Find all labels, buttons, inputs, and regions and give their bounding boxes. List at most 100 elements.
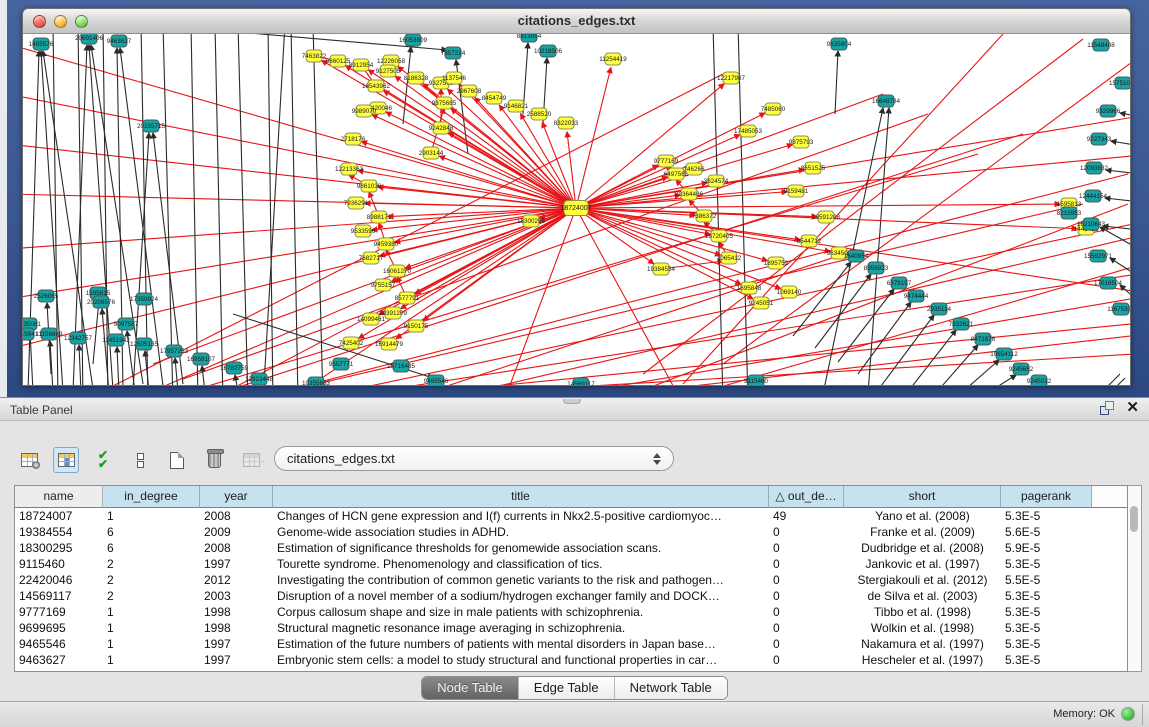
graph-edge[interactable] <box>1105 198 1130 204</box>
table-select-dropdown[interactable]: citations_edges.txt <box>274 446 674 471</box>
graph-node[interactable] <box>605 53 621 65</box>
graph-node[interactable] <box>378 238 394 250</box>
graph-node[interactable] <box>433 122 449 134</box>
graph-node[interactable] <box>708 175 724 187</box>
graph-edge[interactable] <box>738 34 748 386</box>
table-row[interactable]: 1938455462009Genome-wide association stu… <box>15 524 1127 540</box>
graph-node[interactable] <box>765 103 781 115</box>
graph-node[interactable] <box>953 318 969 330</box>
graph-node[interactable] <box>788 185 804 197</box>
graph-node[interactable] <box>408 72 424 84</box>
graph-node[interactable] <box>831 38 847 50</box>
graph-edge[interactable] <box>713 34 723 386</box>
graph-node[interactable] <box>1085 190 1101 202</box>
table-row[interactable]: 977716911998Corpus callosum shape and si… <box>15 604 1127 620</box>
graph-node[interactable] <box>668 168 684 180</box>
graph-node[interactable] <box>330 55 346 67</box>
graph-node[interactable] <box>118 318 134 330</box>
import-table-icon[interactable] <box>238 447 264 473</box>
graph-node[interactable] <box>891 277 907 289</box>
checkbox-list-icon[interactable] <box>127 447 153 473</box>
graph-edge[interactable] <box>793 262 851 336</box>
graph-edge[interactable] <box>576 208 781 289</box>
graph-node[interactable] <box>753 297 769 309</box>
graph-node[interactable] <box>356 105 372 117</box>
column-header-out_de[interactable]: △ out_de… <box>769 486 844 508</box>
graph-node[interactable] <box>540 45 556 57</box>
new-file-icon[interactable] <box>164 447 190 473</box>
table-row[interactable]: 969969511998Structural magnetic resonanc… <box>15 620 1127 636</box>
table-row[interactable]: 1830029562008Estimation of significance … <box>15 540 1127 556</box>
graph-node[interactable] <box>399 292 415 304</box>
graph-edge[interactable] <box>238 34 248 386</box>
graph-node[interactable] <box>108 334 124 346</box>
graph-edge[interactable] <box>576 208 683 386</box>
graph-edge[interactable] <box>362 142 576 208</box>
graph-node[interactable] <box>33 38 49 50</box>
graph-edge[interactable] <box>23 94 576 208</box>
graph-node[interactable] <box>375 279 391 291</box>
graph-edge[interactable] <box>1111 141 1130 149</box>
graph-edge[interactable] <box>163 34 173 386</box>
graph-node[interactable] <box>805 162 821 174</box>
column-header-short[interactable]: short <box>844 486 1001 508</box>
graph-node[interactable] <box>1031 375 1047 386</box>
graph-edge[interactable] <box>903 330 956 386</box>
graph-node[interactable] <box>1100 105 1116 117</box>
graph-node[interactable] <box>251 373 267 385</box>
graph-node[interactable] <box>363 252 379 264</box>
graph-node[interactable] <box>423 147 439 159</box>
graph-node[interactable] <box>748 375 764 386</box>
graph-node[interactable] <box>653 263 669 275</box>
graph-node[interactable] <box>343 337 359 349</box>
graph-node[interactable] <box>1115 77 1130 89</box>
graph-edge[interactable] <box>191 34 198 386</box>
tab-network-table[interactable]: Network Table <box>615 677 727 699</box>
column-header-name[interactable]: name <box>15 486 103 508</box>
graph-node[interactable] <box>523 215 539 227</box>
graph-edge[interactable] <box>208 154 978 386</box>
tab-node-table[interactable]: Node Table <box>422 677 519 699</box>
column-header-pagerank[interactable]: pagerank <box>1001 486 1092 508</box>
graph-edge[interactable] <box>117 347 119 386</box>
graph-node[interactable] <box>368 80 384 92</box>
graph-edge[interactable] <box>263 34 285 386</box>
column-header-year[interactable]: year <box>200 486 273 508</box>
graph-edge[interactable] <box>576 68 611 208</box>
graph-node[interactable] <box>531 108 547 120</box>
graph-node[interactable] <box>908 290 924 302</box>
graph-node[interactable] <box>1083 218 1099 230</box>
graph-node[interactable] <box>389 265 405 277</box>
graph-node[interactable] <box>696 210 712 222</box>
graph-node[interactable] <box>333 358 349 370</box>
graph-node[interactable] <box>308 377 324 386</box>
graph-node[interactable] <box>848 250 864 262</box>
graph-node[interactable] <box>741 282 757 294</box>
graph-node[interactable] <box>408 320 424 332</box>
graph-edge[interactable] <box>79 345 81 386</box>
graph-edge[interactable] <box>583 296 1130 386</box>
graph-node[interactable] <box>361 180 377 192</box>
graph-node[interactable] <box>686 163 702 175</box>
graph-edge[interactable] <box>475 98 576 208</box>
scrollbar-thumb[interactable] <box>1130 506 1138 532</box>
graph-node[interactable] <box>558 117 574 129</box>
graph-edge[interactable] <box>91 45 143 384</box>
graph-node[interactable] <box>436 97 452 109</box>
graph-edge[interactable] <box>372 115 576 208</box>
graph-node[interactable] <box>23 328 34 340</box>
graph-edge[interactable] <box>881 315 934 386</box>
graph-node[interactable] <box>721 252 737 264</box>
graph-node[interactable] <box>380 65 396 77</box>
graph-node[interactable] <box>193 353 209 365</box>
graph-node[interactable] <box>573 378 589 386</box>
graph-node[interactable] <box>740 125 756 137</box>
graph-edge[interactable] <box>1106 170 1130 176</box>
graph-node[interactable] <box>381 338 397 350</box>
graph-node[interactable] <box>1093 39 1109 51</box>
graph-node[interactable] <box>348 197 364 209</box>
graph-node[interactable] <box>446 72 462 84</box>
graph-edge[interactable] <box>23 44 576 208</box>
table-row[interactable]: 2242004622012Investigating the contribut… <box>15 572 1127 588</box>
graph-node[interactable] <box>1086 162 1102 174</box>
